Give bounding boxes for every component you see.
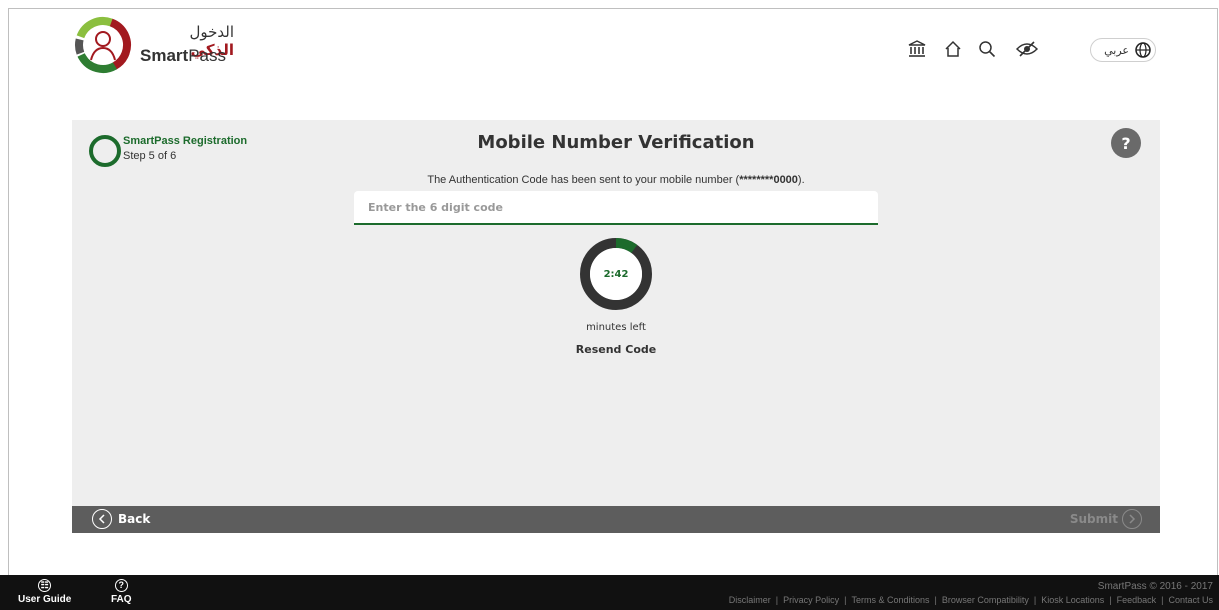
page-title: Mobile Number Verification — [477, 132, 755, 153]
question-icon: ? — [114, 579, 128, 592]
user-guide-label: User Guide — [18, 594, 72, 605]
help-button[interactable]: ? — [1111, 128, 1141, 158]
chevron-left-icon — [92, 509, 112, 529]
link-separator: | — [844, 595, 847, 605]
footer-link-disclaimer[interactable]: Disclaimer — [729, 595, 771, 605]
footer-link-browser-compatibility[interactable]: Browser Compatibility — [942, 595, 1029, 605]
link-separator: | — [775, 595, 779, 605]
home-icon[interactable] — [942, 38, 964, 60]
language-label: عربي — [1104, 43, 1129, 57]
globe-icon — [1135, 42, 1151, 58]
institution-icon[interactable] — [906, 38, 928, 60]
faq-button[interactable]: ? FAQ — [111, 579, 132, 605]
verification-card: SmartPass Registration Step 5 of 6 Mobil… — [72, 120, 1160, 506]
resend-code-link[interactable]: Resend Code — [72, 343, 1160, 356]
footer-link-contact-us[interactable]: Contact Us — [1168, 595, 1213, 605]
minutes-left-label: minutes left — [586, 322, 646, 333]
smartpass-logo[interactable]: الدخول الذكي SmartPass — [74, 16, 234, 76]
link-separator: | — [1109, 595, 1112, 605]
masked-mobile-number: ********0000 — [739, 174, 798, 186]
link-separator: | — [934, 595, 937, 605]
logo-english-text: SmartPass — [140, 46, 226, 65]
footer-links: Disclaimer | Privacy Policy | Terms & Cond… — [729, 595, 1213, 605]
language-toggle-button[interactable]: عربي — [1090, 38, 1156, 62]
submit-button[interactable]: Submit — [1070, 509, 1142, 529]
book-icon: ☷ — [38, 579, 52, 592]
footer: ☷ User Guide ? FAQ SmartPass © 2016 - 20… — [0, 575, 1219, 610]
footer-link-feedback[interactable]: Feedback — [1117, 595, 1157, 605]
help-icon: ? — [1121, 133, 1131, 153]
back-label: Back — [118, 512, 151, 526]
countdown-time: 2:42 — [603, 268, 629, 280]
accessibility-eye-icon[interactable] — [1012, 38, 1042, 60]
faq-label: FAQ — [111, 594, 132, 605]
verification-code-input[interactable] — [354, 191, 878, 225]
submit-label: Submit — [1069, 512, 1118, 526]
back-button[interactable]: Back — [92, 509, 150, 529]
user-guide-button[interactable]: ☷ User Guide — [18, 579, 71, 605]
footer-link-terms[interactable]: Terms & Conditions — [851, 595, 929, 605]
footer-link-kiosk-locations[interactable]: Kiosk Locations — [1041, 595, 1104, 605]
logo-emblem-icon — [75, 17, 131, 73]
search-icon[interactable] — [976, 38, 998, 60]
copyright-text: SmartPass © 2016 - 2017 — [1097, 581, 1213, 592]
chevron-right-icon — [1122, 509, 1142, 529]
action-bar: Back Submit — [72, 506, 1160, 533]
auth-code-message: The Authentication Code has been sent to… — [427, 174, 805, 186]
link-separator: | — [1033, 595, 1037, 605]
footer-link-privacy-policy[interactable]: Privacy Policy — [783, 595, 839, 605]
link-separator: | — [1161, 595, 1164, 605]
